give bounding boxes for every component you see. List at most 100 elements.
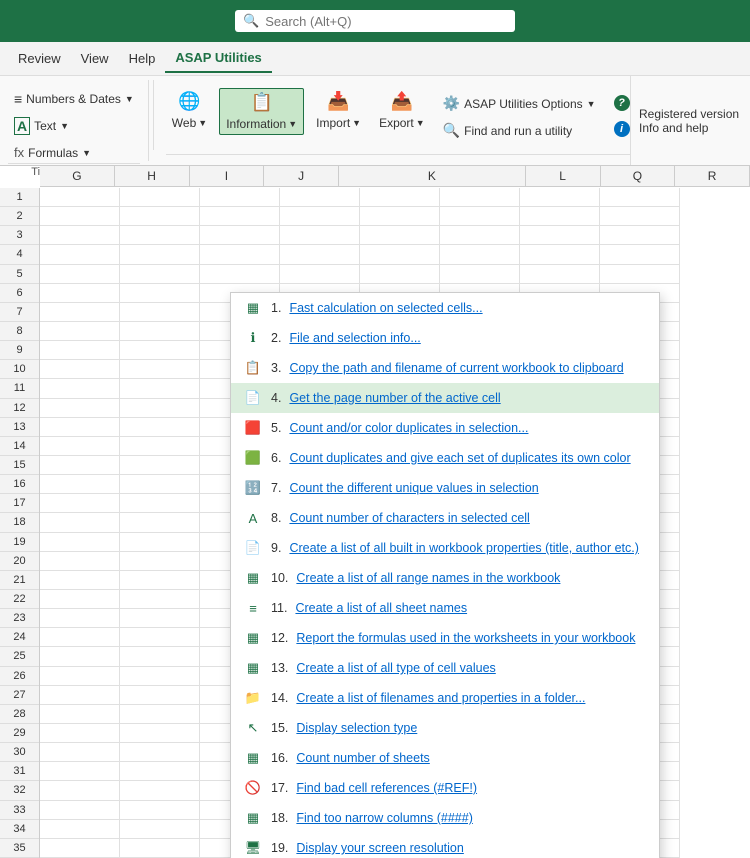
- dropdown-item[interactable]: 📁14. Create a list of filenames and prop…: [231, 683, 659, 713]
- cell[interactable]: [120, 743, 200, 761]
- cell[interactable]: [40, 207, 120, 225]
- cell[interactable]: [120, 686, 200, 704]
- numbers-dates-button[interactable]: ≡ Numbers & Dates ▼: [8, 88, 140, 110]
- information-button[interactable]: 📋 Information ▼: [219, 88, 304, 135]
- cell[interactable]: [120, 705, 200, 723]
- cell[interactable]: [40, 571, 120, 589]
- cell[interactable]: [120, 724, 200, 742]
- tab-review[interactable]: Review: [8, 45, 71, 72]
- cell[interactable]: [40, 284, 120, 302]
- cell[interactable]: [600, 207, 680, 225]
- dropdown-item[interactable]: 🚫17. Find bad cell references (#REF!): [231, 773, 659, 803]
- cell[interactable]: [40, 418, 120, 436]
- dropdown-item[interactable]: 🖥19. Display your screen resolution: [231, 833, 659, 858]
- import-button[interactable]: 📥 Import ▼: [310, 88, 367, 133]
- cell[interactable]: [40, 456, 120, 474]
- dropdown-item[interactable]: ↖15. Display selection type: [231, 713, 659, 743]
- cell[interactable]: [280, 226, 360, 244]
- cell[interactable]: [200, 207, 280, 225]
- cell[interactable]: [40, 533, 120, 551]
- cell[interactable]: [40, 341, 120, 359]
- cell[interactable]: [520, 245, 600, 263]
- export-button[interactable]: 📤 Export ▼: [373, 88, 431, 133]
- cell[interactable]: [120, 781, 200, 799]
- cell[interactable]: [520, 265, 600, 283]
- cell[interactable]: [40, 226, 120, 244]
- dropdown-item[interactable]: ▦18. Find too narrow columns (####): [231, 803, 659, 833]
- cell[interactable]: [520, 188, 600, 206]
- cell[interactable]: [120, 399, 200, 417]
- cell[interactable]: [200, 265, 280, 283]
- dropdown-item[interactable]: 📋3. Copy the path and filename of curren…: [231, 353, 659, 383]
- cell[interactable]: [40, 513, 120, 531]
- dropdown-item[interactable]: ▦10. Create a list of all range names in…: [231, 563, 659, 593]
- dropdown-item[interactable]: ▦1. Fast calculation on selected cells..…: [231, 293, 659, 323]
- search-input-wrap[interactable]: 🔍: [235, 10, 515, 32]
- formulas-button[interactable]: fx Formulas ▼: [8, 142, 97, 163]
- dropdown-item[interactable]: ▦12. Report the formulas used in the wor…: [231, 623, 659, 653]
- cell[interactable]: [40, 475, 120, 493]
- cell[interactable]: [40, 839, 120, 857]
- cell[interactable]: [40, 399, 120, 417]
- dropdown-item[interactable]: 🔢7. Count the different unique values in…: [231, 473, 659, 503]
- cell[interactable]: [120, 245, 200, 263]
- cell[interactable]: [520, 207, 600, 225]
- cell[interactable]: [440, 226, 520, 244]
- search-input[interactable]: [265, 14, 507, 29]
- cell[interactable]: [40, 437, 120, 455]
- cell[interactable]: [600, 265, 680, 283]
- cell[interactable]: [280, 245, 360, 263]
- cell[interactable]: [200, 245, 280, 263]
- cell[interactable]: [120, 303, 200, 321]
- cell[interactable]: [40, 188, 120, 206]
- cell[interactable]: [120, 207, 200, 225]
- cell[interactable]: [120, 590, 200, 608]
- cell[interactable]: [40, 245, 120, 263]
- dropdown-item[interactable]: 🟩6. Count duplicates and give each set o…: [231, 443, 659, 473]
- cell[interactable]: [120, 494, 200, 512]
- cell[interactable]: [120, 379, 200, 397]
- cell[interactable]: [440, 245, 520, 263]
- dropdown-item[interactable]: 🟥5. Count and/or color duplicates in sel…: [231, 413, 659, 443]
- cell[interactable]: [120, 188, 200, 206]
- dropdown-item[interactable]: 📄4. Get the page number of the active ce…: [231, 383, 659, 413]
- cell[interactable]: [440, 188, 520, 206]
- cell[interactable]: [40, 590, 120, 608]
- cell[interactable]: [360, 245, 440, 263]
- dropdown-item[interactable]: ▦16. Count number of sheets: [231, 743, 659, 773]
- cell[interactable]: [120, 762, 200, 780]
- cell[interactable]: [360, 207, 440, 225]
- cell[interactable]: [40, 743, 120, 761]
- web-button[interactable]: 🌐 Web ▼: [166, 88, 213, 133]
- cell[interactable]: [40, 801, 120, 819]
- cell[interactable]: [120, 322, 200, 340]
- cell[interactable]: [40, 360, 120, 378]
- cell[interactable]: [40, 781, 120, 799]
- cell[interactable]: [120, 667, 200, 685]
- cell[interactable]: [120, 628, 200, 646]
- cell[interactable]: [40, 552, 120, 570]
- dropdown-item[interactable]: ▦13. Create a list of all type of cell v…: [231, 653, 659, 683]
- cell[interactable]: [120, 839, 200, 857]
- cell[interactable]: [360, 226, 440, 244]
- cell[interactable]: [40, 762, 120, 780]
- dropdown-item[interactable]: 📄9. Create a list of all built in workbo…: [231, 533, 659, 563]
- cell[interactable]: [440, 207, 520, 225]
- cell[interactable]: [120, 552, 200, 570]
- cell[interactable]: [600, 226, 680, 244]
- cell[interactable]: [40, 820, 120, 838]
- dropdown-item[interactable]: ≡11. Create a list of all sheet names: [231, 593, 659, 623]
- cell[interactable]: [600, 245, 680, 263]
- cell[interactable]: [120, 533, 200, 551]
- cell[interactable]: [280, 265, 360, 283]
- cell[interactable]: [440, 265, 520, 283]
- cell[interactable]: [120, 284, 200, 302]
- cell[interactable]: [120, 341, 200, 359]
- find-run-button[interactable]: 🔍 Find and run a utility: [437, 119, 602, 142]
- cell[interactable]: [200, 226, 280, 244]
- cell[interactable]: [120, 456, 200, 474]
- cell[interactable]: [40, 686, 120, 704]
- cell[interactable]: [120, 801, 200, 819]
- cell[interactable]: [40, 628, 120, 646]
- cell[interactable]: [120, 820, 200, 838]
